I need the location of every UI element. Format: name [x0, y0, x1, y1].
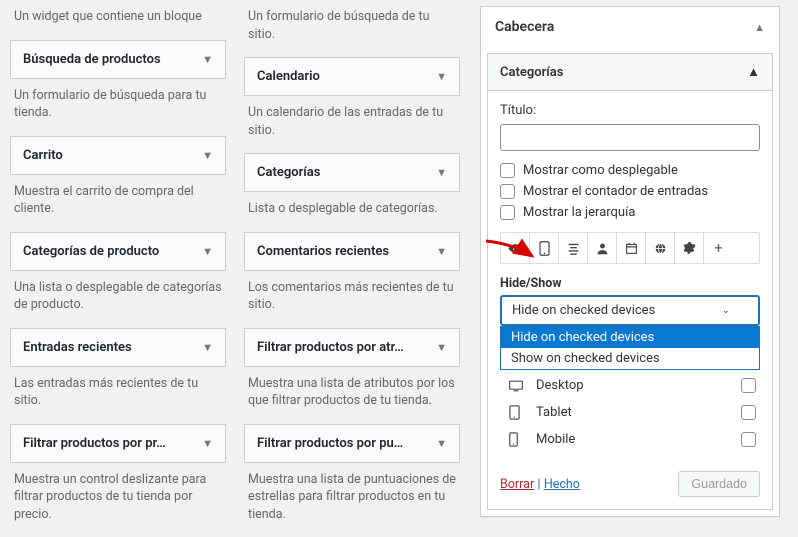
chevron-down-icon: ▼: [202, 53, 213, 66]
option-checkbox[interactable]: [500, 184, 515, 199]
intro-text: Un widget que contiene un bloque: [10, 0, 226, 40]
widget-item[interactable]: Comentarios recientes ▼: [244, 232, 460, 271]
add-icon[interactable]: +: [704, 233, 733, 263]
device-icon: [508, 379, 528, 393]
widget-item[interactable]: Entradas recientes ▼: [10, 328, 226, 367]
chevron-down-icon: ▼: [436, 341, 447, 354]
option-checkbox[interactable]: [500, 163, 515, 178]
device-name: Tablet: [536, 405, 741, 420]
user-icon[interactable]: [588, 233, 617, 263]
widget-item-desc: Lista o desplegable de categorías.: [244, 192, 460, 232]
chevron-down-icon: ▼: [436, 166, 447, 179]
widget-title: Categorías: [500, 65, 563, 80]
gear-icon[interactable]: [675, 233, 704, 263]
widget-item-desc: Muestra un control deslizante para filtr…: [10, 463, 226, 537]
widget-item[interactable]: Filtrar productos por pu… ▼: [244, 424, 460, 463]
device-checkbox[interactable]: [741, 432, 756, 447]
widget-item[interactable]: Calendario ▼: [244, 57, 460, 96]
widget-item[interactable]: Carrito ▼: [10, 136, 226, 175]
hideshow-label: Hide/Show: [500, 276, 760, 291]
chevron-down-icon: ▼: [436, 70, 447, 83]
done-link[interactable]: Hecho: [544, 477, 580, 492]
chevron-down-icon: ▼: [202, 341, 213, 354]
device-checkbox[interactable]: [741, 405, 756, 420]
device-icon: [508, 405, 528, 420]
chevron-down-icon: ▼: [202, 437, 213, 450]
widget-header[interactable]: Categorías ▲: [488, 54, 772, 91]
device-row: Tablet: [500, 399, 760, 426]
option-label: Mostrar el contador de entradas: [523, 184, 708, 199]
settings-icon-bar: +: [500, 232, 760, 264]
widget-item-desc: Muestra una lista de atributos por los q…: [244, 367, 460, 424]
intro-text: Un formulario de búsqueda de tu sitio.: [244, 0, 460, 57]
panel-title: Cabecera: [495, 19, 554, 35]
widget-item-title: Categorías: [257, 165, 320, 180]
widget-item[interactable]: Categorías ▼: [244, 153, 460, 192]
widget-item-desc: Una lista o desplegable de categorías de…: [10, 271, 226, 328]
device-row: Mobile: [500, 426, 760, 453]
chevron-down-icon: ▼: [436, 245, 447, 258]
widget-item-title: Entradas recientes: [23, 340, 132, 355]
panel-header[interactable]: Cabecera ▲: [481, 7, 779, 47]
option-checkbox[interactable]: [500, 205, 515, 220]
align-icon[interactable]: [559, 233, 588, 263]
widget-item-title: Comentarios recientes: [257, 244, 389, 259]
widget-item[interactable]: Filtrar productos por pr… ▼: [10, 424, 226, 463]
sidebar-panel: Cabecera ▲ Categorías ▲ Título: Mostrar …: [480, 6, 780, 517]
saved-button: Guardado: [678, 471, 760, 497]
widget-item[interactable]: Filtrar productos por atr… ▼: [244, 328, 460, 367]
widget-item-title: Carrito: [23, 148, 63, 163]
widget-item-desc: Los comentarios más recientes de tu siti…: [244, 271, 460, 328]
device-name: Desktop: [536, 378, 741, 393]
widget-item[interactable]: Categorías de producto ▼: [10, 232, 226, 271]
widget-item-title: Filtrar productos por pr…: [23, 436, 166, 451]
collapse-icon: ▲: [747, 64, 760, 80]
device-icon: [508, 432, 528, 447]
widget-item-title: Filtrar productos por atr…: [257, 340, 404, 355]
chevron-down-icon: ⌄: [722, 305, 730, 316]
hideshow-dropdown: Hide on checked devices Show on checked …: [500, 326, 760, 370]
widget-item-title: Filtrar productos por pu…: [257, 436, 403, 451]
globe-icon[interactable]: [646, 233, 675, 263]
device-name: Mobile: [536, 432, 741, 447]
widget-item-title: Búsqueda de productos: [23, 52, 161, 67]
device-row: Desktop: [500, 372, 760, 399]
chevron-down-icon: ▼: [202, 245, 213, 258]
delete-link[interactable]: Borrar: [500, 477, 534, 492]
widget-item-desc: Muestra una lista de puntuaciones de est…: [244, 463, 460, 537]
chevron-down-icon: ▼: [202, 149, 213, 162]
title-label: Título:: [500, 103, 760, 118]
visibility-icon[interactable]: [501, 233, 530, 263]
widget-item-desc: Muestra el carrito de compra del cliente…: [10, 175, 226, 232]
widget-item-desc: Las entradas más recientes de tu sitio.: [10, 367, 226, 424]
collapse-icon: ▲: [754, 21, 765, 34]
widget-item-desc: Un calendario de las entradas de tu siti…: [244, 96, 460, 153]
available-widgets: Un widget que contiene un bloque Búsqued…: [0, 0, 470, 537]
dropdown-option[interactable]: Show on checked devices: [501, 348, 759, 369]
widget-item[interactable]: Búsqueda de productos ▼: [10, 40, 226, 79]
title-input[interactable]: [500, 124, 760, 151]
widget-item-title: Calendario: [257, 69, 320, 84]
option-label: Mostrar como desplegable: [523, 163, 678, 178]
chevron-down-icon: ▼: [436, 437, 447, 450]
device-checkbox[interactable]: [741, 378, 756, 393]
hideshow-select[interactable]: Hide on checked devices ⌄: [500, 295, 760, 326]
option-label: Mostrar la jerarquía: [523, 205, 635, 220]
dropdown-option[interactable]: Hide on checked devices: [501, 327, 759, 348]
widget-item-title: Categorías de producto: [23, 244, 159, 259]
widget-item-desc: Un formulario de búsqueda para tu tienda…: [10, 79, 226, 136]
calendar-icon[interactable]: [617, 233, 646, 263]
device-icon[interactable]: [530, 233, 559, 263]
